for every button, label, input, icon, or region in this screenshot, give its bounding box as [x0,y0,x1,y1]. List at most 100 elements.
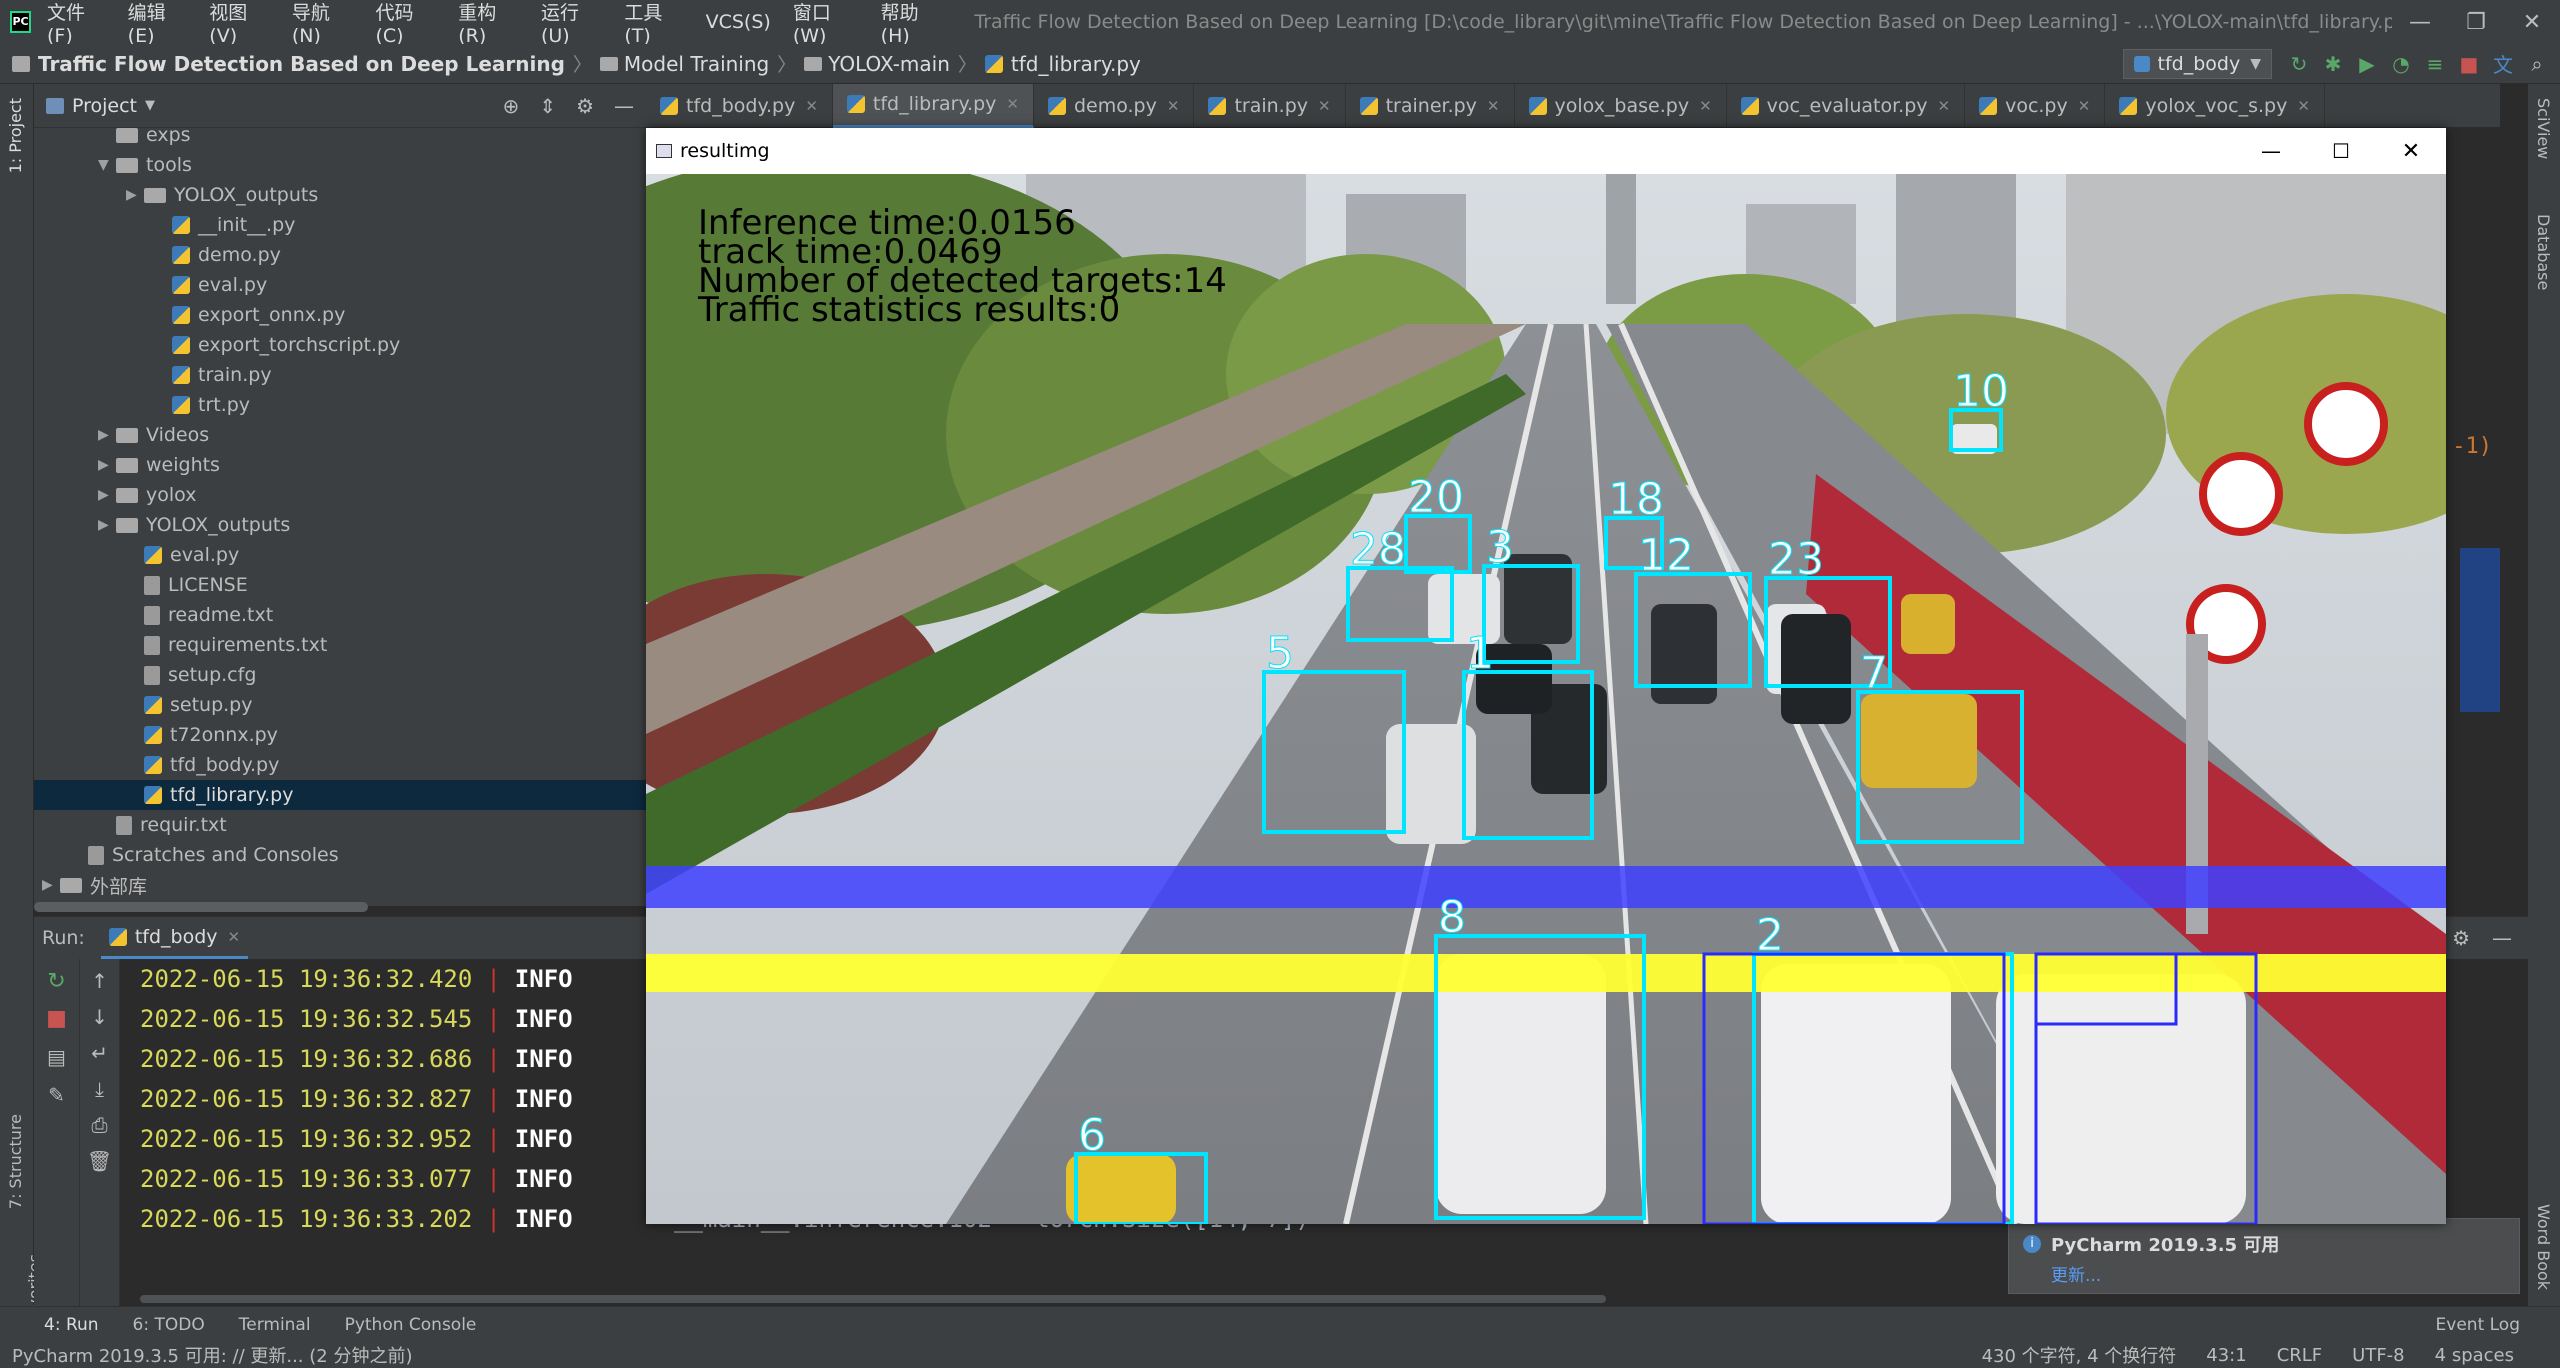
menu-item[interactable]: 导航(N) [292,0,354,47]
tree-item[interactable]: t72onnx.py [34,720,646,750]
tree-item[interactable]: requirements.txt [34,630,646,660]
event-log-tab[interactable]: Event Log [2436,1315,2520,1335]
editor-tab[interactable]: voc_evaluator.py ✕ [1727,83,1966,128]
close-tab-icon[interactable]: ✕ [2078,97,2091,115]
tree-item[interactable]: readme.txt [34,600,646,630]
tree-item[interactable]: setup.cfg [34,660,646,690]
structure-tool-button[interactable]: 7: Structure [6,1114,25,1209]
notification-update-link[interactable]: 更新... [2009,1261,2519,1286]
editor-tab[interactable]: tfd_library.py ✕ [832,83,1034,128]
resultimg-window[interactable]: resultimg — ☐ ✕ 10 20 18 28 3 12 23 5 1 … [646,128,2446,1224]
chevron-down-icon[interactable]: ▼ [98,157,116,173]
editor-tab[interactable]: train.py ✕ [1194,83,1346,128]
pin-icon[interactable]: ✎ [34,1083,79,1107]
collapse-all-icon[interactable]: ⇕ [539,94,556,118]
menu-item[interactable]: 运行(U) [541,0,602,47]
close-tab-icon[interactable]: ✕ [1938,97,1951,115]
arrow-down-icon[interactable]: ↓ [80,1005,119,1029]
close-tab-icon[interactable]: ✕ [1699,97,1712,115]
hide-icon[interactable]: — [614,94,634,118]
menu-item[interactable]: 代码(C) [375,0,436,47]
run-tool-tab[interactable]: 4: Run [44,1315,99,1335]
tree-item[interactable]: demo.py [34,240,646,270]
tree-item[interactable]: setup.py [34,690,646,720]
update-notification[interactable]: i PyCharm 2019.3.5 可用 更新... [2008,1218,2520,1294]
trash-icon[interactable]: 🗑 [80,1149,119,1173]
search-icon[interactable]: ⌕ [2520,52,2554,76]
close-tab-icon[interactable]: ✕ [1167,97,1180,115]
menu-item[interactable]: 文件(F) [47,0,106,47]
status-encoding[interactable]: UTF-8 [2352,1345,2404,1366]
rerun-icon[interactable]: ↻ [34,969,79,994]
close-tab-icon[interactable]: ✕ [2297,97,2310,115]
minimize-icon[interactable]: — [2236,139,2306,163]
tree-item[interactable]: ▶ yolox [34,480,646,510]
status-indent[interactable]: 4 spaces [2435,1345,2514,1366]
tree-item[interactable]: tfd_body.py [34,750,646,780]
run-config-select[interactable]: tfd_body ▼ [2122,48,2272,79]
tree-item[interactable]: ▶ Videos [34,420,646,450]
menu-item[interactable]: 窗口(W) [793,0,859,47]
status-line-ending[interactable]: CRLF [2277,1345,2322,1366]
minimize-icon[interactable]: — [2392,10,2448,35]
tree-item[interactable]: requir.txt [34,810,646,840]
scroll-to-end-icon[interactable]: ⤓ [80,1077,119,1101]
status-message[interactable]: PyCharm 2019.3.5 可用: // 更新... (2 分钟之前) [12,1342,412,1368]
tree-item[interactable]: Scratches and Consoles [34,840,646,870]
menu-item[interactable]: VCS(S) [706,11,771,33]
chevron-down-icon[interactable]: ▼ [145,98,155,113]
tree-item[interactable]: ▶ weights [34,450,646,480]
concurrency-icon[interactable]: ≡ [2418,52,2452,76]
close-tab-icon[interactable]: ✕ [228,928,241,946]
tree-item[interactable]: eval.py [34,540,646,570]
breadcrumb-file[interactable]: tfd_library.py [1011,52,1141,76]
chevron-right-icon[interactable]: ▶ [98,457,116,473]
editor-tab[interactable]: trainer.py ✕ [1346,83,1515,128]
close-tab-icon[interactable]: ✕ [1318,97,1331,115]
close-tab-icon[interactable]: ✕ [1006,95,1019,113]
status-position[interactable]: 43:1 [2206,1345,2246,1366]
chevron-right-icon[interactable]: ▶ [126,187,144,203]
locate-icon[interactable]: ⊕ [503,94,520,118]
breadcrumb-yolox-main[interactable]: YOLOX-main [828,52,950,76]
chevron-right-icon[interactable]: ▶ [98,517,116,533]
tree-item[interactable]: tfd_library.py [34,780,646,810]
tree-item[interactable]: export_onnx.py [34,300,646,330]
layout-icon[interactable]: ▤ [34,1045,79,1069]
tree-item[interactable]: ▶ YOLOX_outputs [34,510,646,540]
wordbook-tool-button[interactable]: Word Book [2534,1204,2553,1290]
tree-item[interactable]: train.py [34,360,646,390]
hide-icon[interactable]: — [2492,926,2512,950]
close-tab-icon[interactable]: ✕ [1487,97,1500,115]
close-icon[interactable]: ✕ [2504,10,2560,35]
maximize-icon[interactable]: ☐ [2306,139,2376,163]
breadcrumb-model-training[interactable]: Model Training [624,52,769,76]
debug-icon[interactable]: ✱ [2316,52,2350,76]
profile-icon[interactable]: ◔ [2384,52,2418,76]
tree-item[interactable]: ▶ 外部库 [34,870,646,900]
editor-tab[interactable]: yolox_base.py ✕ [1515,83,1727,128]
tree-item[interactable]: eval.py [34,270,646,300]
horizontal-scrollbar[interactable] [34,902,368,912]
gear-icon[interactable]: ⚙ [2452,926,2470,950]
menu-item[interactable]: 重构(R) [458,0,519,47]
editor-tab[interactable]: tfd_body.py ✕ [646,83,833,128]
breadcrumb-project[interactable]: Traffic Flow Detection Based on Deep Lea… [38,52,565,76]
chevron-right-icon[interactable]: ▶ [98,487,116,503]
tree-item[interactable]: LICENSE [34,570,646,600]
rerun-icon[interactable]: ↻ [2282,52,2316,76]
tree-item[interactable]: ▶ YOLOX_outputs [34,180,646,210]
gear-icon[interactable]: ⚙ [576,94,594,118]
stop-icon[interactable]: ■ [2452,52,2486,76]
soft-wrap-icon[interactable]: ↵ [80,1041,119,1065]
run-tab[interactable]: tfd_body ✕ [100,917,249,959]
tree-item[interactable]: exps [34,120,646,150]
console-scrollbar[interactable] [140,1295,1606,1303]
chevron-right-icon[interactable]: ▶ [98,427,116,443]
translate-icon[interactable]: 文 [2486,49,2520,78]
project-tool-button[interactable]: 1: Project [6,98,25,173]
sciview-tool-button[interactable]: SciView [2534,98,2553,159]
tree-item[interactable]: export_torchscript.py [34,330,646,360]
tree-item[interactable]: __init__.py [34,210,646,240]
print-icon[interactable]: ⎙ [80,1113,119,1137]
